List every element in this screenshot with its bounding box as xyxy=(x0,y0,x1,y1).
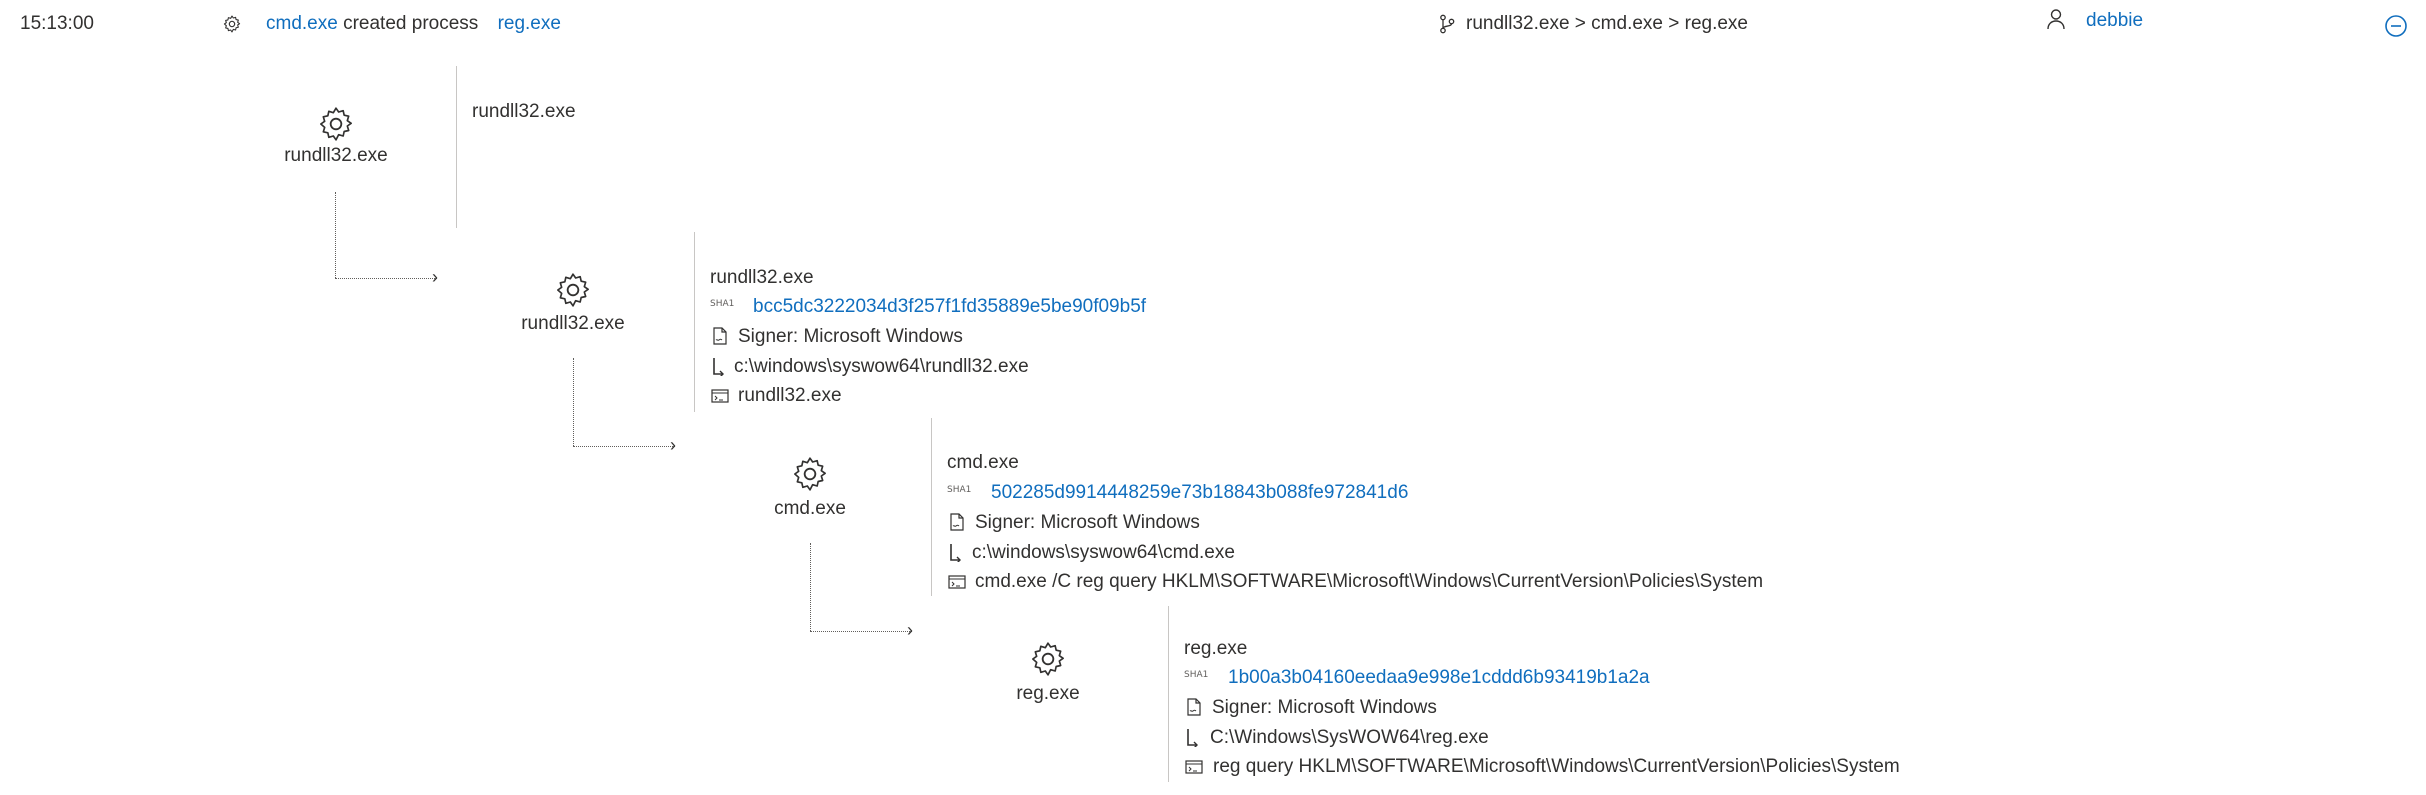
gear-icon xyxy=(320,107,352,141)
tree-connector xyxy=(573,358,574,446)
process-name: cmd.exe xyxy=(947,452,1019,473)
process-name: rundll32.exe xyxy=(710,267,814,288)
chevron-right-icon: › xyxy=(670,435,676,455)
process-name: rundll32.exe xyxy=(472,101,576,122)
gear-icon xyxy=(223,15,241,33)
process-tree-page: 15:13:00 cmd.exe created process reg.exe… xyxy=(0,0,2426,795)
signer-document-icon xyxy=(950,513,964,531)
user-icon xyxy=(2047,9,2065,30)
signer-document-icon xyxy=(713,327,727,345)
process-chain: rundll32.exe > cmd.exe > reg.exe xyxy=(1466,13,1749,34)
sha1-hash-link[interactable]: bcc5dc3222034d3f257f1fd35889e5be90f09b5f xyxy=(753,295,1146,319)
process-node-label[interactable]: cmd.exe xyxy=(730,497,890,521)
file-path-text: C:\Windows\SysWOW64\reg.exe xyxy=(1210,727,1489,748)
signer-document-icon xyxy=(1187,698,1201,716)
sha1-icon: SHA1 xyxy=(947,485,972,495)
signer-text: Signer: Microsoft Windows xyxy=(975,512,1200,533)
gear-icon xyxy=(557,273,589,307)
user-link[interactable]: debbie xyxy=(2086,9,2143,33)
process-tree-icon xyxy=(1440,14,1455,34)
target-process-link[interactable]: reg.exe xyxy=(498,13,561,34)
event-action: created process xyxy=(343,13,479,34)
file-path-icon xyxy=(713,358,724,376)
command-line-icon xyxy=(1185,760,1203,774)
details-divider xyxy=(456,66,457,228)
process-node-label[interactable]: rundll32.exe xyxy=(256,144,416,168)
command-line-icon xyxy=(711,389,729,403)
tree-connector xyxy=(573,446,675,447)
collapse-icon[interactable] xyxy=(2384,14,2408,38)
signer-text: Signer: Microsoft Windows xyxy=(738,326,963,347)
actor-process-link[interactable]: cmd.exe xyxy=(266,13,338,34)
gear-icon xyxy=(1032,642,1064,676)
signer-text: Signer: Microsoft Windows xyxy=(1212,697,1437,718)
sha1-hash-link[interactable]: 502285d9914448259e73b18843b088fe972841d6 xyxy=(991,481,1408,505)
process-node-label[interactable]: reg.exe xyxy=(968,682,1128,706)
command-line-text: reg query HKLM\SOFTWARE\Microsoft\Window… xyxy=(1213,756,1900,777)
process-node-label[interactable]: rundll32.exe xyxy=(493,312,653,336)
gear-icon xyxy=(794,457,826,491)
file-path-text: c:\windows\syswow64\cmd.exe xyxy=(972,542,1235,563)
sha1-icon: SHA1 xyxy=(710,299,735,309)
chevron-right-icon: › xyxy=(907,620,913,640)
event-summary: cmd.exe created process reg.exe xyxy=(266,12,561,36)
tree-connector xyxy=(810,543,811,631)
details-divider xyxy=(931,418,932,596)
command-line-text: cmd.exe /C reg query HKLM\SOFTWARE\Micro… xyxy=(975,571,1764,592)
command-line-text: rundll32.exe xyxy=(738,385,842,406)
details-divider xyxy=(694,232,695,412)
file-path-icon xyxy=(950,544,961,562)
tree-connector xyxy=(335,278,437,279)
file-path-icon xyxy=(1187,729,1198,747)
process-name: reg.exe xyxy=(1184,638,1248,659)
command-line-icon xyxy=(948,575,966,589)
sha1-hash-link[interactable]: 1b00a3b04160eedaa9e998e1cddd6b93419b1a2a xyxy=(1228,666,1650,690)
chevron-right-icon: › xyxy=(432,267,438,287)
tree-connector xyxy=(335,192,336,278)
details-divider xyxy=(1168,606,1169,782)
sha1-icon: SHA1 xyxy=(1184,670,1209,680)
file-path-text: c:\windows\syswow64\rundll32.exe xyxy=(734,356,1029,377)
event-time: 15:13:00 xyxy=(20,13,94,34)
tree-connector xyxy=(810,631,912,632)
